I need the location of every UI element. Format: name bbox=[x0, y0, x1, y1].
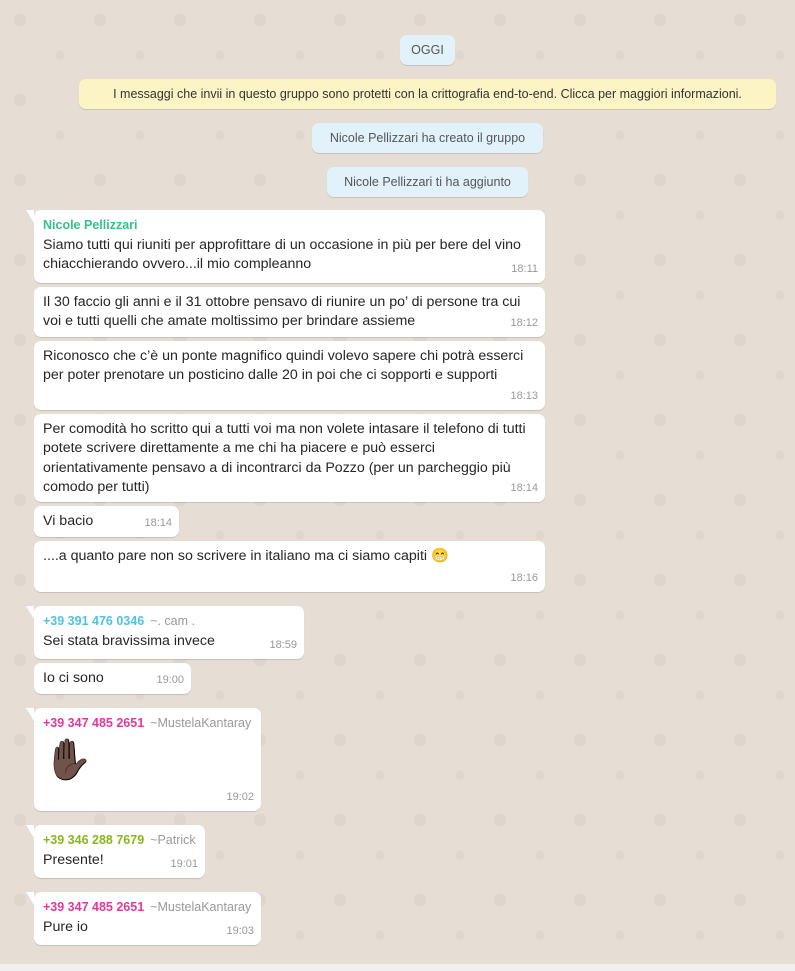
encryption-notice[interactable]: I messaggi che invii in questo gruppo so… bbox=[79, 79, 776, 109]
message-bubble[interactable]: Per comodità ho scritto qui a tutti voi … bbox=[34, 414, 545, 502]
message-text: Pure io bbox=[43, 919, 88, 935]
sender-name[interactable]: +39 346 288 7679 ~Patrick bbox=[43, 831, 196, 849]
message-text: Siamo tutti qui riuniti per approfittare… bbox=[43, 237, 521, 273]
message-time: 19:03 bbox=[226, 924, 254, 937]
sender-alias: ~Patrick bbox=[150, 833, 196, 847]
message-bubble[interactable]: +39 347 485 2651 ~MustelaKantaray Pure io… bbox=[26, 892, 261, 945]
message-bubble[interactable]: Io ci sono 19:00 bbox=[34, 663, 191, 694]
sender-name[interactable]: +39 391 476 0346 ~. cam . bbox=[43, 612, 295, 630]
sender-phone[interactable]: +39 346 288 7679 bbox=[43, 833, 144, 847]
bubble-tail bbox=[26, 825, 34, 838]
message-bubble[interactable]: Nicole Pellizzari Siamo tutti qui riunit… bbox=[26, 210, 545, 283]
sender-alias: ~. cam . bbox=[150, 614, 195, 628]
sender-name[interactable]: +39 347 485 2651 ~MustelaKantaray bbox=[43, 898, 252, 916]
sender-name[interactable]: +39 347 485 2651 ~MustelaKantaray bbox=[43, 714, 252, 732]
message-time: 19:00 bbox=[156, 673, 184, 686]
message-time: 18:14 bbox=[144, 516, 172, 529]
message-text: Riconosco che c’è un ponte magnifico qui… bbox=[43, 348, 524, 384]
message-time: 18:14 bbox=[510, 481, 538, 494]
added-notice: Nicole Pellizzari ti ha aggiunto bbox=[327, 167, 528, 197]
date-divider: OGGI bbox=[400, 35, 455, 65]
message-bubble[interactable]: Il 30 faccio gli anni e il 31 ottobre pe… bbox=[34, 287, 545, 337]
message-time: 19:01 bbox=[170, 857, 198, 870]
bubble-tail bbox=[26, 606, 34, 619]
message-bubble[interactable]: Riconosco che c’è un ponte magnifico qui… bbox=[34, 341, 545, 410]
bubble-tail bbox=[26, 708, 34, 721]
message-text: ....a quanto pare non so scrivere in ita… bbox=[43, 548, 449, 564]
group-created-notice: Nicole Pellizzari ha creato il gruppo bbox=[312, 123, 543, 153]
message-time: 18:16 bbox=[510, 571, 538, 584]
sender-phone[interactable]: +39 347 485 2651 bbox=[43, 716, 144, 730]
message-text: Per comodità ho scritto qui a tutti voi … bbox=[43, 421, 526, 495]
sender-alias: ~MustelaKantaray bbox=[150, 716, 252, 730]
message-text: Sei stata bravissima invece bbox=[43, 633, 215, 649]
message-bubble[interactable]: +39 347 485 2651 ~MustelaKantaray ✋🏿 19:0… bbox=[26, 708, 261, 811]
raised-hand-emoji: ✋🏿 bbox=[43, 738, 93, 782]
message-time: 18:11 bbox=[511, 262, 538, 275]
message-time: 18:12 bbox=[510, 316, 538, 329]
composer-edge bbox=[0, 964, 795, 971]
message-time: 18:59 bbox=[269, 638, 297, 651]
message-text: Il 30 faccio gli anni e il 31 ottobre pe… bbox=[43, 294, 521, 330]
message-bubble[interactable]: Vi bacio 18:14 bbox=[34, 506, 179, 537]
bubble-tail bbox=[26, 892, 34, 905]
message-time: 19:02 bbox=[226, 790, 254, 803]
sender-phone[interactable]: +39 347 485 2651 bbox=[43, 900, 144, 914]
sender-phone[interactable]: +39 391 476 0346 bbox=[43, 614, 144, 628]
message-bubble[interactable]: +39 391 476 0346 ~. cam . Sei stata bravi… bbox=[26, 606, 304, 659]
message-bubble[interactable]: +39 346 288 7679 ~Patrick Presente! 19:01 bbox=[26, 825, 205, 878]
sender-name[interactable]: Nicole Pellizzari bbox=[43, 216, 536, 234]
message-bubble[interactable]: ....a quanto pare non so scrivere in ita… bbox=[34, 541, 545, 592]
message-time: 18:13 bbox=[510, 389, 538, 402]
sender-alias: ~MustelaKantaray bbox=[150, 900, 252, 914]
bubble-tail bbox=[26, 210, 34, 223]
